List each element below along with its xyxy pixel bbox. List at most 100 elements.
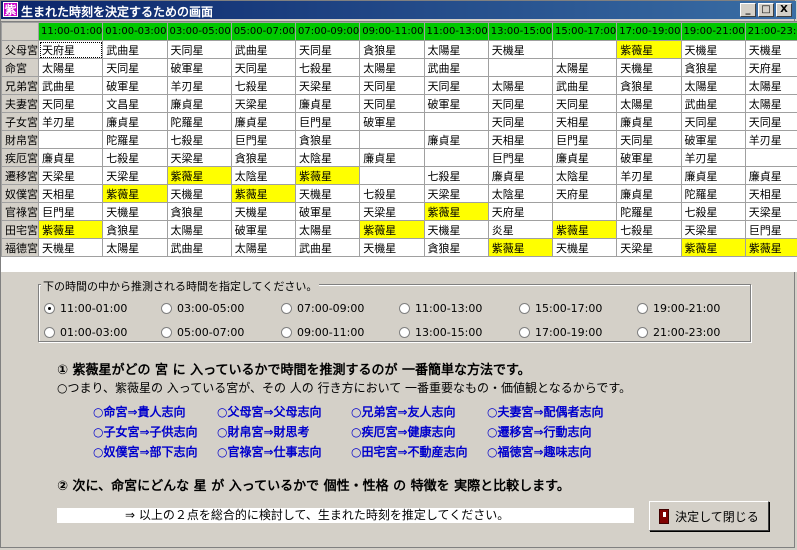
row-header[interactable]: 遷移宮 [1, 166, 39, 185]
column-header[interactable]: 07:00-09:00 [294, 22, 361, 41]
grid-cell[interactable]: 天機星 [359, 238, 425, 257]
grid-cell[interactable]: 破軍星 [616, 148, 682, 167]
grid-cell[interactable]: 天梁星 [680, 220, 746, 239]
grid-cell[interactable]: 貪狼星 [166, 202, 232, 221]
grid-cell[interactable] [37, 130, 104, 149]
column-header[interactable]: 01:00-03:00 [102, 22, 168, 41]
grid-cell[interactable]: 武曲星 [680, 94, 746, 113]
grid-cell[interactable]: 文昌星 [102, 94, 168, 113]
column-header[interactable]: 11:00-13:00 [423, 22, 489, 41]
grid-cell[interactable]: 廉貞星 [680, 166, 746, 185]
grid-cell[interactable]: 天梁星 [423, 184, 489, 203]
grid-cell[interactable]: 天梁星 [744, 202, 797, 221]
grid-cell[interactable]: 七殺星 [680, 202, 746, 221]
row-header[interactable]: 奴僕宮 [1, 184, 39, 203]
grid-cell[interactable]: 天同星 [166, 40, 232, 59]
row-header[interactable]: 福德宮 [1, 238, 39, 257]
radio-circle-icon[interactable] [399, 303, 410, 314]
grid-cell[interactable]: 廉貞星 [294, 94, 361, 113]
grid-cell[interactable]: 羊刃星 [616, 166, 682, 185]
grid-cell[interactable]: 天機星 [423, 220, 489, 239]
grid-cell[interactable]: 天機星 [37, 238, 104, 257]
grid-cell[interactable]: 太陽星 [166, 220, 232, 239]
column-header[interactable]: 15:00-17:00 [551, 22, 618, 41]
decide-close-button[interactable]: 決定して閉じる [649, 501, 769, 531]
row-header[interactable]: 命宮 [1, 58, 39, 77]
grid-cell[interactable]: 陀羅星 [166, 112, 232, 131]
grid-cell[interactable]: 廉貞星 [744, 166, 797, 185]
time-radio[interactable]: 01:00-03:00 [44, 326, 127, 339]
row-header[interactable]: 子女宮 [1, 112, 39, 131]
grid-cell[interactable]: 廉貞星 [616, 112, 682, 131]
grid-cell[interactable]: 太陽星 [551, 58, 618, 77]
time-radio[interactable]: 11:00-13:00 [399, 302, 482, 315]
grid-cell[interactable]: 七殺星 [102, 148, 168, 167]
grid-cell[interactable]: 天同星 [616, 130, 682, 149]
minimize-button[interactable]: _ [740, 3, 756, 17]
grid-cell[interactable]: 天機星 [294, 184, 361, 203]
grid-cell[interactable] [744, 148, 797, 167]
grid-cell[interactable]: 太陰星 [230, 166, 297, 185]
grid-cell[interactable]: 巨門星 [487, 148, 554, 167]
grid-cell[interactable]: 貪狼星 [294, 130, 361, 149]
row-header[interactable]: 官祿宮 [1, 202, 39, 221]
grid-cell[interactable]: 天相星 [551, 112, 618, 131]
grid-cell[interactable]: 太陽星 [102, 238, 168, 257]
time-radio[interactable]: 07:00-09:00 [281, 302, 364, 315]
grid-cell[interactable]: 紫薇星 [744, 238, 797, 257]
grid-cell[interactable]: 天機星 [616, 58, 682, 77]
time-radio[interactable]: 05:00-07:00 [161, 326, 244, 339]
grid-cell[interactable]: 貪狼星 [359, 40, 425, 59]
column-header[interactable]: 05:00-07:00 [230, 22, 297, 41]
time-radio[interactable]: 09:00-11:00 [281, 326, 364, 339]
grid-cell[interactable]: 廉貞星 [551, 148, 618, 167]
time-radio[interactable]: 13:00-15:00 [399, 326, 482, 339]
grid-cell[interactable]: 廉貞星 [230, 112, 297, 131]
column-header[interactable]: 13:00-15:00 [487, 22, 554, 41]
grid-cell[interactable]: 貪狼星 [616, 76, 682, 95]
grid-cell[interactable]: 廉貞星 [37, 148, 104, 167]
grid-cell[interactable]: 天同星 [37, 94, 104, 113]
grid-cell[interactable]: 太陽星 [359, 58, 425, 77]
grid-cell[interactable]: 紫薇星 [680, 238, 746, 257]
grid-cell[interactable]: 天機星 [102, 202, 168, 221]
grid-cell[interactable]: 紫薇星 [230, 184, 297, 203]
close-window-button[interactable]: X [776, 3, 792, 17]
grid-cell[interactable]: 天府星 [37, 40, 104, 59]
grid-cell[interactable]: 武曲星 [166, 238, 232, 257]
row-header[interactable]: 夫妻宮 [1, 94, 39, 113]
grid-cell[interactable]: 破軍星 [294, 202, 361, 221]
grid-cell[interactable]: 貪狼星 [230, 148, 297, 167]
grid-cell[interactable]: 天同星 [230, 58, 297, 77]
grid-cell[interactable]: 天梁星 [166, 148, 232, 167]
grid-cell[interactable]: 天同星 [359, 94, 425, 113]
grid-cell[interactable]: 天機星 [166, 184, 232, 203]
grid-cell[interactable]: 陀羅星 [102, 130, 168, 149]
grid-cell[interactable]: 武曲星 [294, 238, 361, 257]
column-header[interactable]: 21:00-23:00 [744, 22, 797, 41]
time-radio[interactable]: 17:00-19:00 [519, 326, 602, 339]
grid-cell[interactable]: 天同星 [487, 112, 554, 131]
time-radio[interactable]: 03:00-05:00 [161, 302, 244, 315]
grid-cell[interactable]: 紫薇星 [294, 166, 361, 185]
grid-cell[interactable]: 太陽星 [744, 94, 797, 113]
radio-circle-icon[interactable] [399, 327, 410, 338]
grid-cell[interactable]: 天同星 [102, 58, 168, 77]
grid-cell[interactable]: 天相星 [487, 130, 554, 149]
row-header[interactable]: 財帛宮 [1, 130, 39, 149]
column-header[interactable]: 19:00-21:00 [680, 22, 746, 41]
radio-circle-icon[interactable] [637, 327, 648, 338]
radio-circle-icon[interactable] [519, 303, 530, 314]
grid-cell[interactable]: 紫薇星 [616, 40, 682, 59]
time-radio[interactable]: 19:00-21:00 [637, 302, 720, 315]
radio-circle-icon[interactable] [44, 303, 55, 314]
grid-cell[interactable]: 太陽星 [487, 76, 554, 95]
radio-circle-icon[interactable] [281, 303, 292, 314]
grid-cell[interactable]: 破軍星 [423, 94, 489, 113]
radio-circle-icon[interactable] [161, 303, 172, 314]
grid-cell[interactable]: 七殺星 [166, 130, 232, 149]
grid-cell[interactable]: 天梁星 [102, 166, 168, 185]
grid-cell[interactable]: 七殺星 [294, 58, 361, 77]
grid-cell[interactable]: 太陽星 [294, 220, 361, 239]
grid-cell[interactable]: 七殺星 [230, 76, 297, 95]
